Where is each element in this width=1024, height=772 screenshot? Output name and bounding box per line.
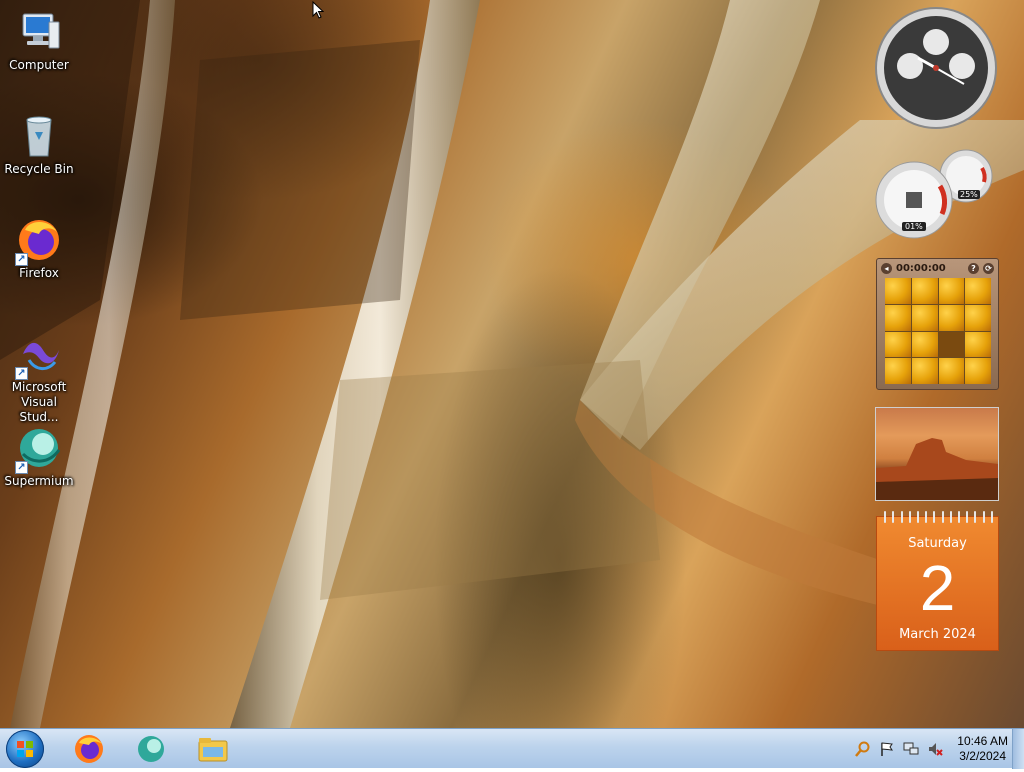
firefox-icon [75, 735, 103, 763]
taskbar-supermium-button[interactable] [126, 731, 176, 767]
puzzle-tile[interactable] [938, 304, 965, 331]
calendar-gadget[interactable]: Saturday 2 March 2024 [876, 511, 999, 651]
puzzle-timer: 00:00:00 [896, 262, 946, 274]
firefox-icon: ↗ [15, 216, 63, 266]
desktop-wallpaper [0, 0, 1024, 728]
puzzle-tile[interactable] [965, 331, 991, 358]
taskbar-date: 3/2/2024 [959, 749, 1006, 763]
desktop-icon-recycle-bin[interactable]: Recycle Bin [0, 112, 78, 177]
desktop-icon-label: Supermium [4, 474, 74, 488]
puzzle-shuffle-button[interactable]: ⟳ [983, 262, 994, 274]
desktop-icon-firefox[interactable]: ↗ Firefox [0, 216, 78, 281]
puzzle-tile[interactable] [885, 278, 911, 304]
taskbar-time: 10:46 AM [957, 734, 1008, 748]
slideshow-photo [876, 438, 998, 500]
desktop-icon-computer[interactable]: Computer [0, 8, 78, 73]
puzzle-tile[interactable] [911, 304, 938, 331]
puzzle-tile[interactable] [885, 304, 911, 331]
desktop-icon-label: Recycle Bin [4, 162, 74, 176]
cpu-percent-label: 01% [902, 222, 926, 231]
puzzle-tile[interactable] [885, 358, 911, 384]
mouse-cursor [312, 0, 325, 23]
wallpaper-graphic [0, 0, 1024, 728]
desktop-icon-supermium[interactable]: ↗ Supermium [0, 424, 78, 489]
supermium-icon [138, 736, 164, 762]
show-desktop-button[interactable] [1012, 729, 1024, 769]
analog-clock-icon [875, 7, 997, 129]
shortcut-arrow-icon: ↗ [15, 253, 28, 266]
shortcut-arrow-icon: ↗ [15, 461, 28, 474]
calendar-binding [877, 511, 1000, 523]
cpu-meter-gadget[interactable]: 01% 25% [872, 148, 1000, 240]
puzzle-tile[interactable] [938, 358, 965, 384]
puzzle-empty-slot [938, 331, 965, 358]
puzzle-tile[interactable] [965, 358, 991, 384]
calendar-day-name: Saturday [908, 536, 967, 551]
system-tray: 10:46 AM 3/2/2024 [855, 729, 1008, 769]
taskbar-firefox-button[interactable] [64, 731, 114, 767]
cpu-gauge-icon [875, 149, 993, 239]
volume-muted-icon[interactable] [927, 741, 944, 757]
calendar-month-year: March 2024 [899, 627, 976, 642]
desktop-icon-visual-studio[interactable]: ↗ Microsoft Visual Stud... [0, 330, 78, 425]
puzzle-tile[interactable] [911, 358, 938, 384]
puzzle-help-button[interactable]: ? [968, 262, 979, 274]
taskbar-file-explorer-button[interactable] [188, 731, 238, 767]
taskbar-clock[interactable]: 10:46 AM 3/2/2024 [957, 734, 1008, 764]
memory-percent-label: 25% [958, 190, 980, 199]
desktop-icon-label: Microsoft Visual Stud... [11, 380, 67, 424]
windows-logo-icon [17, 741, 33, 757]
network-icon[interactable] [903, 741, 919, 757]
desktop-icon-label: Firefox [19, 266, 59, 280]
puzzle-tile[interactable] [965, 278, 991, 304]
file-explorer-icon [198, 738, 228, 762]
flag-icon[interactable] [879, 741, 895, 757]
puzzle-tile[interactable] [938, 278, 965, 304]
puzzle-grid [885, 278, 991, 384]
calendar-date-number: 2 [919, 552, 956, 624]
slideshow-gadget[interactable] [875, 407, 999, 501]
puzzle-tile[interactable] [965, 304, 991, 331]
picture-puzzle-gadget[interactable]: ◂ 00:00:00 ? ⟳ [876, 258, 999, 390]
desktop-icon-label: Computer [9, 58, 69, 72]
puzzle-tile[interactable] [885, 331, 911, 358]
taskbar: 10:46 AM 3/2/2024 [0, 728, 1024, 769]
search-icon[interactable] [855, 741, 871, 757]
visual-studio-icon: ↗ [15, 330, 63, 380]
supermium-icon: ↗ [15, 424, 63, 474]
puzzle-back-icon[interactable]: ◂ [881, 262, 892, 274]
clock-gadget[interactable] [874, 6, 998, 130]
shortcut-arrow-icon: ↗ [15, 367, 28, 380]
computer-icon [15, 8, 63, 56]
recycle-bin-icon [15, 112, 63, 160]
puzzle-tile[interactable] [911, 278, 938, 304]
puzzle-tile[interactable] [911, 331, 938, 358]
start-button[interactable] [6, 730, 44, 768]
